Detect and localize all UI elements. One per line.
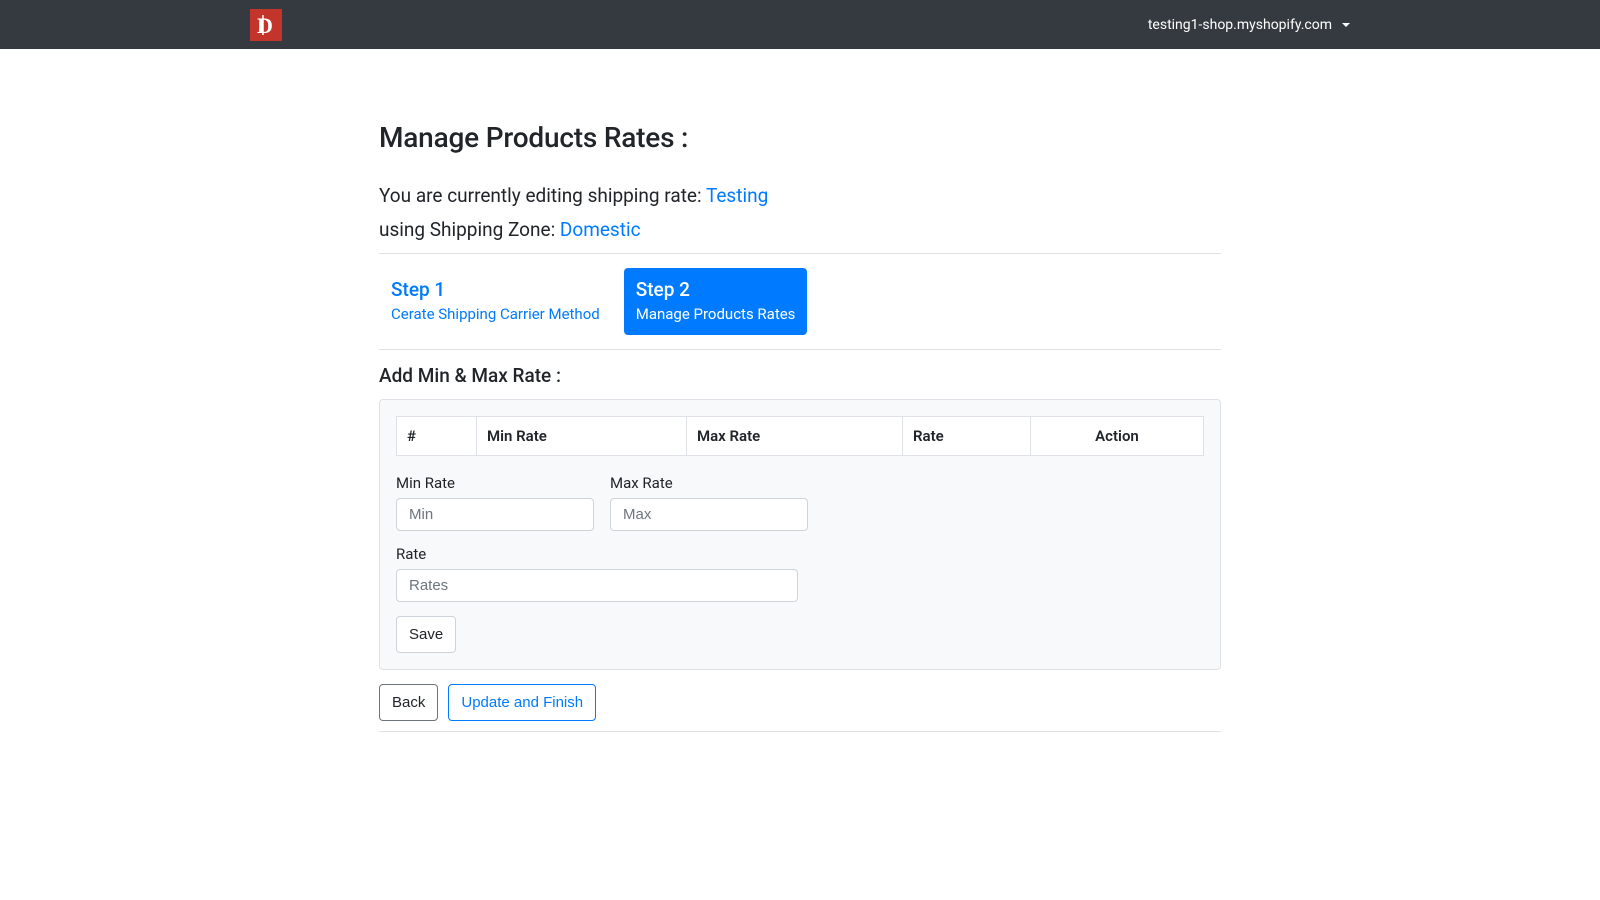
back-button[interactable]: Back — [379, 684, 438, 721]
max-rate-input[interactable] — [610, 498, 808, 531]
rate-label: Rate — [396, 545, 798, 563]
top-navbar: D testing1-shop.myshopify.com — [0, 0, 1600, 49]
rate-name-link[interactable]: Testing — [706, 184, 768, 207]
min-rate-label: Min Rate — [396, 474, 594, 492]
footer-buttons: Back Update and Finish — [379, 684, 1221, 721]
th-action: Action — [1031, 417, 1204, 456]
divider — [379, 253, 1221, 254]
min-rate-group: Min Rate — [396, 474, 594, 531]
svg-text:D: D — [257, 13, 273, 38]
step-2-desc: Manage Products Rates — [636, 305, 796, 323]
editing-info-line1: You are currently editing shipping rate:… — [379, 182, 1221, 210]
max-rate-group: Max Rate — [610, 474, 808, 531]
th-rate: Rate — [903, 417, 1031, 456]
shop-domain-dropdown[interactable]: testing1-shop.myshopify.com — [1148, 17, 1350, 33]
divider — [379, 731, 1221, 732]
caret-down-icon — [1342, 23, 1350, 27]
step-2-title: Step 2 — [636, 278, 796, 301]
rates-table: # Min Rate Max Rate Rate Action — [396, 416, 1204, 456]
th-min-rate: Min Rate — [477, 417, 687, 456]
editing-prefix: You are currently editing shipping rate: — [379, 184, 706, 207]
step-1-tab[interactable]: Step 1 Cerate Shipping Carrier Method — [379, 268, 612, 335]
rates-panel: # Min Rate Max Rate Rate Action Min Rate… — [379, 399, 1221, 670]
update-finish-button[interactable]: Update and Finish — [448, 684, 596, 721]
save-button[interactable]: Save — [396, 616, 456, 653]
shop-domain-label: testing1-shop.myshopify.com — [1148, 17, 1332, 33]
max-rate-label: Max Rate — [610, 474, 808, 492]
min-rate-input[interactable] — [396, 498, 594, 531]
main-container: Manage Products Rates : You are currentl… — [379, 121, 1221, 732]
divider — [379, 349, 1221, 350]
editing-info-line2: using Shipping Zone: Domestic — [379, 216, 1221, 244]
rate-group: Rate — [396, 545, 798, 602]
step-tabs: Step 1 Cerate Shipping Carrier Method St… — [379, 268, 1221, 335]
rate-row: Rate — [396, 545, 1204, 602]
section-title: Add Min & Max Rate : — [379, 364, 1221, 387]
th-number: # — [397, 417, 477, 456]
rate-input[interactable] — [396, 569, 798, 602]
th-max-rate: Max Rate — [687, 417, 903, 456]
step-1-title: Step 1 — [391, 278, 600, 301]
zone-name-link[interactable]: Domestic — [560, 218, 641, 241]
zone-prefix: using Shipping Zone: — [379, 218, 560, 241]
table-header-row: # Min Rate Max Rate Rate Action — [397, 417, 1204, 456]
brand-logo[interactable]: D — [250, 9, 282, 41]
min-max-row: Min Rate Max Rate — [396, 474, 1204, 531]
page-title: Manage Products Rates : — [379, 121, 1221, 154]
step-2-tab[interactable]: Step 2 Manage Products Rates — [624, 268, 808, 335]
step-1-desc: Cerate Shipping Carrier Method — [391, 305, 600, 323]
